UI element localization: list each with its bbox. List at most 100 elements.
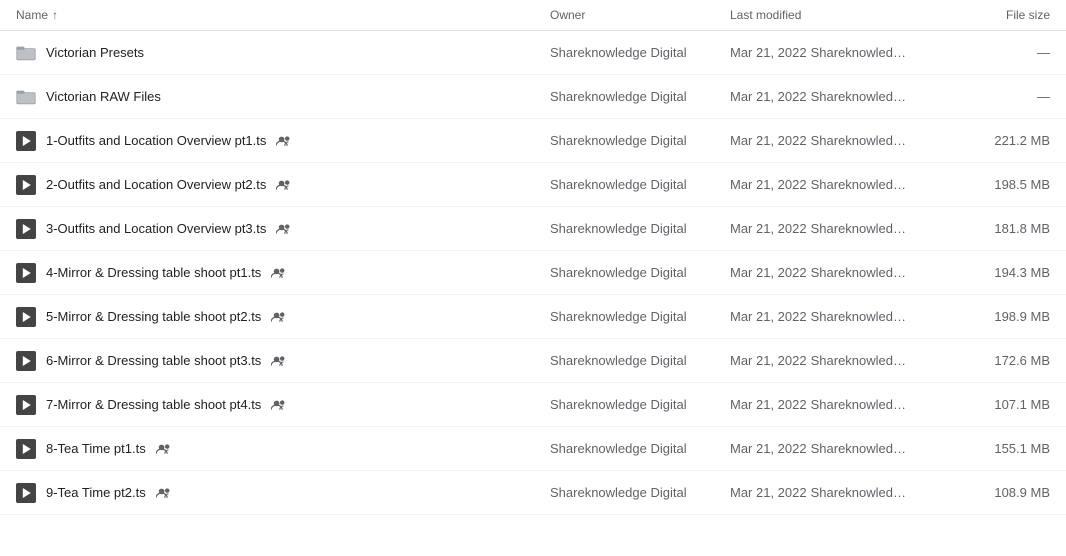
row-name-cell: 8-Tea Time pt1.ts: [16, 439, 550, 459]
row-name-cell: Victorian RAW Files: [16, 87, 550, 107]
row-size-cell: 181.8 MB: [950, 221, 1050, 236]
modified-date: Mar 21, 2022: [730, 353, 807, 368]
row-size-cell: —: [950, 45, 1050, 60]
modified-user: Shareknowledge...: [811, 133, 911, 148]
file-name: 7-Mirror & Dressing table shoot pt4.ts: [46, 397, 261, 412]
modified-user: Shareknowledge...: [811, 397, 911, 412]
sort-arrow-icon: ↑: [52, 8, 58, 22]
table-row[interactable]: 4-Mirror & Dressing table shoot pt1.ts S…: [0, 251, 1066, 295]
shared-icon: [271, 353, 287, 369]
video-icon: [16, 439, 36, 459]
row-owner-cell: Shareknowledge Digital: [550, 265, 730, 280]
row-modified-cell: Mar 21, 2022 Shareknowledge...: [730, 89, 950, 104]
table-row[interactable]: 5-Mirror & Dressing table shoot pt2.ts S…: [0, 295, 1066, 339]
row-owner-cell: Shareknowledge Digital: [550, 133, 730, 148]
table-body: Victorian Presets Shareknowledge Digital…: [0, 31, 1066, 515]
modified-date: Mar 21, 2022: [730, 309, 807, 324]
header-modified[interactable]: Last modified: [730, 8, 950, 22]
row-size-cell: 108.9 MB: [950, 485, 1050, 500]
row-size-cell: 155.1 MB: [950, 441, 1050, 456]
row-modified-cell: Mar 21, 2022 Shareknowledge...: [730, 309, 950, 324]
row-size-cell: 107.1 MB: [950, 397, 1050, 412]
modified-user: Shareknowledge...: [811, 177, 911, 192]
row-modified-cell: Mar 21, 2022 Shareknowledge...: [730, 177, 950, 192]
shared-icon: [271, 309, 287, 325]
row-name-cell: 7-Mirror & Dressing table shoot pt4.ts: [16, 395, 550, 415]
row-name-cell: 9-Tea Time pt2.ts: [16, 483, 550, 503]
modified-date: Mar 21, 2022: [730, 89, 807, 104]
row-modified-cell: Mar 21, 2022 Shareknowledge...: [730, 45, 950, 60]
file-name: Victorian RAW Files: [46, 89, 161, 104]
shared-icon: [271, 397, 287, 413]
header-size-label: File size: [1006, 8, 1050, 22]
shared-icon: [276, 177, 292, 193]
row-owner-cell: Shareknowledge Digital: [550, 441, 730, 456]
shared-icon: [156, 441, 172, 457]
row-name-cell: 3-Outfits and Location Overview pt3.ts: [16, 219, 550, 239]
modified-user: Shareknowledge...: [811, 45, 911, 60]
video-icon: [16, 263, 36, 283]
header-owner[interactable]: Owner: [550, 8, 730, 22]
modified-user: Shareknowledge...: [811, 353, 911, 368]
folder-icon: [16, 87, 36, 107]
row-size-cell: —: [950, 89, 1050, 104]
row-size-cell: 198.5 MB: [950, 177, 1050, 192]
header-owner-label: Owner: [550, 8, 585, 22]
header-name[interactable]: Name ↑: [16, 8, 550, 22]
row-size-cell: 194.3 MB: [950, 265, 1050, 280]
row-owner-cell: Shareknowledge Digital: [550, 177, 730, 192]
file-name: 9-Tea Time pt2.ts: [46, 485, 146, 500]
shared-icon: [276, 133, 292, 149]
file-name: 3-Outfits and Location Overview pt3.ts: [46, 221, 266, 236]
video-icon: [16, 175, 36, 195]
row-owner-cell: Shareknowledge Digital: [550, 485, 730, 500]
table-row[interactable]: 8-Tea Time pt1.ts Shareknowledge Digital…: [0, 427, 1066, 471]
modified-user: Shareknowledge...: [811, 221, 911, 236]
modified-date: Mar 21, 2022: [730, 485, 807, 500]
row-modified-cell: Mar 21, 2022 Shareknowledge...: [730, 485, 950, 500]
table-row[interactable]: 2-Outfits and Location Overview pt2.ts S…: [0, 163, 1066, 207]
file-name: 8-Tea Time pt1.ts: [46, 441, 146, 456]
row-name-cell: 6-Mirror & Dressing table shoot pt3.ts: [16, 351, 550, 371]
video-icon: [16, 351, 36, 371]
modified-date: Mar 21, 2022: [730, 441, 807, 456]
row-modified-cell: Mar 21, 2022 Shareknowledge...: [730, 441, 950, 456]
row-modified-cell: Mar 21, 2022 Shareknowledge...: [730, 353, 950, 368]
row-name-cell: 5-Mirror & Dressing table shoot pt2.ts: [16, 307, 550, 327]
shared-icon: [156, 485, 172, 501]
row-owner-cell: Shareknowledge Digital: [550, 45, 730, 60]
table-row[interactable]: 1-Outfits and Location Overview pt1.ts S…: [0, 119, 1066, 163]
row-modified-cell: Mar 21, 2022 Shareknowledge...: [730, 397, 950, 412]
header-size[interactable]: File size: [950, 8, 1050, 22]
modified-date: Mar 21, 2022: [730, 397, 807, 412]
row-name-cell: 4-Mirror & Dressing table shoot pt1.ts: [16, 263, 550, 283]
table-row[interactable]: 7-Mirror & Dressing table shoot pt4.ts S…: [0, 383, 1066, 427]
modified-date: Mar 21, 2022: [730, 265, 807, 280]
file-name: 6-Mirror & Dressing table shoot pt3.ts: [46, 353, 261, 368]
shared-icon: [276, 221, 292, 237]
modified-user: Shareknowledge...: [811, 441, 911, 456]
file-name: 5-Mirror & Dressing table shoot pt2.ts: [46, 309, 261, 324]
modified-user: Shareknowledge...: [811, 89, 911, 104]
video-icon: [16, 219, 36, 239]
row-owner-cell: Shareknowledge Digital: [550, 89, 730, 104]
video-icon: [16, 131, 36, 151]
table-row[interactable]: Victorian RAW Files Shareknowledge Digit…: [0, 75, 1066, 119]
modified-user: Shareknowledge...: [811, 309, 911, 324]
file-table: Name ↑ Owner Last modified File size: [0, 0, 1066, 515]
video-icon: [16, 483, 36, 503]
header-name-label: Name: [16, 8, 48, 22]
modified-user: Shareknowledge...: [811, 265, 911, 280]
table-row[interactable]: 9-Tea Time pt2.ts Shareknowledge Digital…: [0, 471, 1066, 515]
row-name-cell: Victorian Presets: [16, 43, 550, 63]
table-row[interactable]: Victorian Presets Shareknowledge Digital…: [0, 31, 1066, 75]
table-row[interactable]: 6-Mirror & Dressing table shoot pt3.ts S…: [0, 339, 1066, 383]
row-name-cell: 2-Outfits and Location Overview pt2.ts: [16, 175, 550, 195]
file-name: 2-Outfits and Location Overview pt2.ts: [46, 177, 266, 192]
row-size-cell: 198.9 MB: [950, 309, 1050, 324]
file-name: 1-Outfits and Location Overview pt1.ts: [46, 133, 266, 148]
header-modified-label: Last modified: [730, 8, 801, 22]
table-row[interactable]: 3-Outfits and Location Overview pt3.ts S…: [0, 207, 1066, 251]
row-owner-cell: Shareknowledge Digital: [550, 309, 730, 324]
modified-date: Mar 21, 2022: [730, 177, 807, 192]
